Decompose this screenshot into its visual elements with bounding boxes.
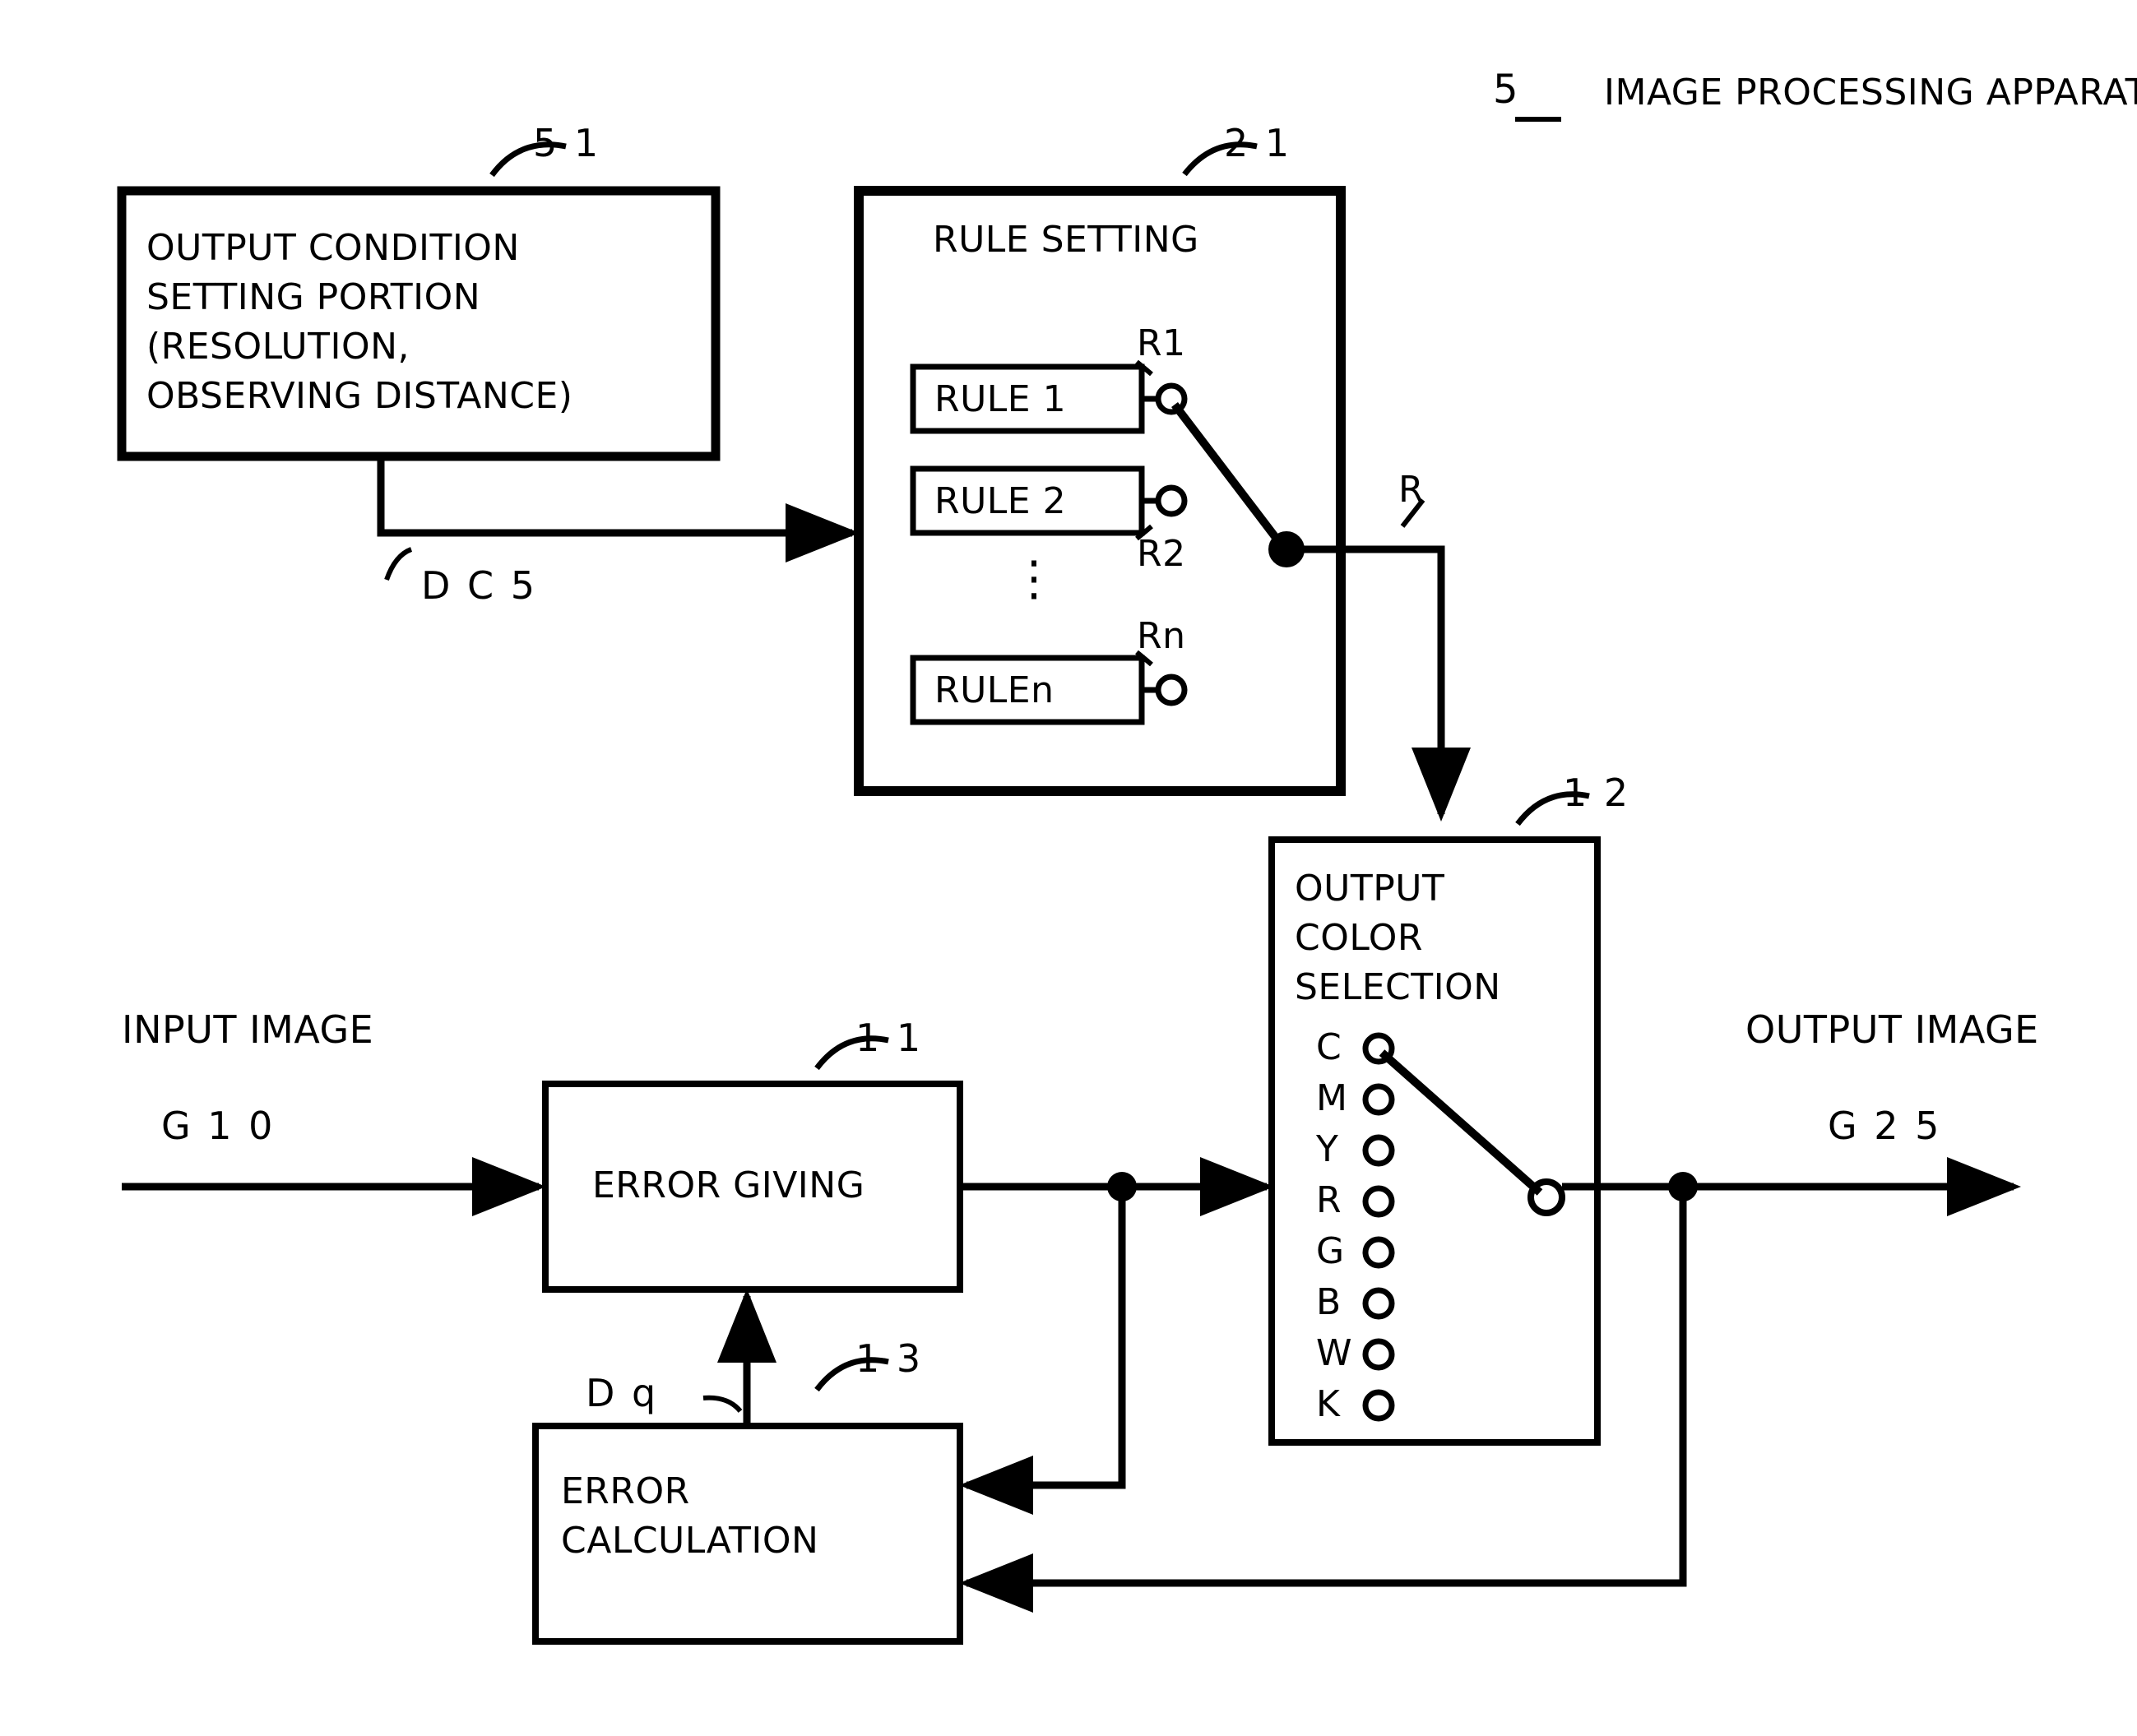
dq-label: D q <box>586 1371 659 1415</box>
color-label-k: K <box>1316 1383 1341 1425</box>
output-color-line3: SELECTION <box>1295 966 1501 1008</box>
title-ref: 5 <box>1493 67 1521 113</box>
rule-n-label: RULEn <box>934 669 1055 711</box>
rule-2-terminal-label: R2 <box>1137 533 1186 575</box>
color-switch-common-node <box>1527 1178 1565 1216</box>
error-giving-label: ERROR GIVING <box>592 1164 865 1206</box>
output-color-line2: COLOR <box>1295 917 1424 959</box>
color-label-b: B <box>1316 1281 1342 1323</box>
output-color-selection-ref: 1 2 <box>1563 771 1631 815</box>
rule-setting-ref: 2 1 <box>1224 121 1292 165</box>
rule-output-line <box>1302 545 1471 822</box>
output-condition-line1: OUTPUT CONDITION <box>146 227 520 269</box>
error-giving-ref: 1 1 <box>855 1016 924 1060</box>
output-image-label: OUTPUT IMAGE <box>1745 1007 2039 1052</box>
rule-2-label: RULE 2 <box>934 480 1067 522</box>
color-label-g: G <box>1316 1230 1345 1272</box>
patent-figure-canvas: 5 IMAGE PROCESSING APPARATUS 5 1 OUTPUT … <box>0 0 2137 1736</box>
dc5-label-tick <box>384 547 413 581</box>
rule-1-terminal-label: R1 <box>1137 322 1186 364</box>
error-calculation-ref: 1 3 <box>855 1336 924 1381</box>
rule-output-label: R <box>1398 469 1425 511</box>
color-terminal-m <box>1362 1083 1395 1116</box>
rule-ellipsis: ⋮ <box>1010 550 1059 606</box>
error-calc-feedback-line-upper <box>959 1187 1126 1515</box>
output-condition-line4: OBSERVING DISTANCE) <box>146 375 573 417</box>
color-terminal-k <box>1362 1389 1395 1422</box>
color-label-m: M <box>1316 1077 1348 1119</box>
rule-n-terminal-label: Rn <box>1137 615 1186 657</box>
rule-setting-label: RULE SETTING <box>933 219 1199 261</box>
figure-title: IMAGE PROCESSING APPARATUS <box>1604 72 2137 113</box>
output-condition-line3: (RESOLUTION, <box>146 326 410 368</box>
error-calculation-line2: CALCULATION <box>561 1520 819 1562</box>
rule-n-terminal-node <box>1155 674 1188 706</box>
error-calculation-line1: ERROR <box>561 1470 690 1512</box>
color-label-r: R <box>1316 1179 1342 1221</box>
dc5-label: D C 5 <box>421 563 538 608</box>
rule-switch-common-node <box>1268 531 1305 567</box>
color-label-c: C <box>1316 1026 1342 1068</box>
input-image-signal: G 1 0 <box>161 1104 276 1148</box>
dq-label-tick <box>702 1395 743 1413</box>
color-terminal-b <box>1362 1287 1395 1320</box>
color-label-w: W <box>1316 1332 1353 1374</box>
output-image-signal: G 2 5 <box>1828 1104 1942 1148</box>
rule-1-label: RULE 1 <box>934 378 1067 420</box>
color-terminal-r <box>1362 1185 1395 1218</box>
output-condition-line2: SETTING PORTION <box>146 276 481 318</box>
color-switch-arm <box>1379 1049 1543 1196</box>
output-color-line1: OUTPUT <box>1295 868 1445 910</box>
color-terminal-g <box>1362 1236 1395 1269</box>
color-terminal-y <box>1362 1134 1395 1167</box>
rule-switch-arm <box>1171 401 1285 549</box>
dc5-line <box>377 456 860 562</box>
color-label-y: Y <box>1316 1128 1339 1170</box>
rule-setting-box <box>854 186 1346 796</box>
rule-2-terminal-node <box>1155 484 1188 517</box>
output-condition-ref: 5 1 <box>533 121 601 165</box>
color-terminal-w <box>1362 1338 1395 1371</box>
input-image-label: INPUT IMAGE <box>122 1007 374 1052</box>
